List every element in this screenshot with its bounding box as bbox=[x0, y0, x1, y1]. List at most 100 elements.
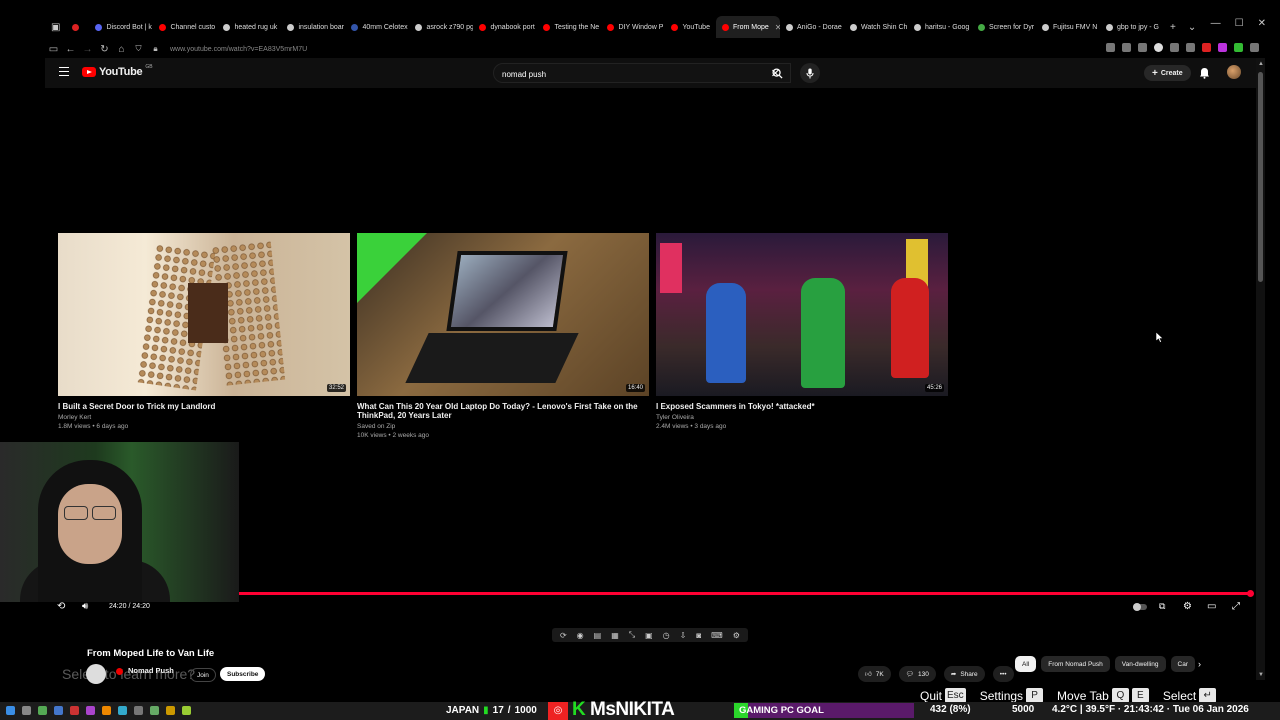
volume-icon[interactable]: 🔊︎ bbox=[82, 601, 88, 612]
browser-tab[interactable]: Channel custo bbox=[153, 16, 217, 38]
taskbar-app-icon[interactable] bbox=[150, 706, 159, 715]
pip-icon[interactable]: ▣ bbox=[645, 631, 653, 640]
share-button[interactable]: ➦ Share bbox=[943, 666, 985, 682]
extension-icon[interactable] bbox=[1170, 43, 1179, 52]
extension-icon[interactable] bbox=[1202, 43, 1211, 52]
browser-tab[interactable]: heated rug uk bbox=[217, 16, 281, 38]
search-input[interactable] bbox=[494, 65, 734, 84]
page-scrollbar[interactable]: ▲ ▼ bbox=[1256, 58, 1265, 680]
search-button[interactable] bbox=[764, 63, 790, 83]
browser-tab[interactable]: 40mm Celotex bbox=[345, 16, 409, 38]
taskbar-app-icon[interactable] bbox=[182, 706, 191, 715]
more-actions-button[interactable]: ••• bbox=[992, 666, 1014, 682]
video-progress-bar[interactable] bbox=[239, 592, 1253, 595]
extension-icon[interactable] bbox=[1234, 43, 1243, 52]
join-button[interactable]: Join bbox=[190, 668, 216, 682]
create-button[interactable]: + Create bbox=[1144, 65, 1191, 81]
filter-chip[interactable]: Van-dwelling bbox=[1114, 656, 1166, 672]
endscreen-video-card[interactable]: 45:26 I Exposed Scammers in Tokyo! *atta… bbox=[656, 233, 948, 441]
browser-tab[interactable]: dynabook port bbox=[473, 16, 537, 38]
browser-tab[interactable]: Fujitsu FMV N bbox=[1036, 16, 1100, 38]
extension-icon[interactable] bbox=[1154, 43, 1163, 52]
browser-tab[interactable]: insulation boar bbox=[281, 16, 345, 38]
account-avatar[interactable] bbox=[1227, 65, 1241, 79]
scroll-up-icon[interactable]: ▲ bbox=[1258, 61, 1264, 67]
audio-icon[interactable]: ◉ bbox=[577, 631, 584, 640]
filter-chip[interactable]: From Nomad Push bbox=[1041, 656, 1110, 672]
loop-icon[interactable]: ⟳ bbox=[560, 631, 567, 640]
theater-mode-icon[interactable]: ▭ bbox=[1207, 601, 1216, 612]
taskbar-app-icon[interactable] bbox=[86, 706, 95, 715]
forward-icon[interactable]: → bbox=[79, 44, 96, 55]
filter-icon[interactable]: ▤ bbox=[594, 631, 602, 640]
like-button[interactable]: 👍︎ 7K bbox=[858, 666, 891, 682]
menu-icon[interactable] bbox=[1250, 43, 1259, 52]
browser-tab[interactable]: Watch Shin Ch bbox=[844, 16, 908, 38]
gear-icon[interactable]: ⚙ bbox=[733, 631, 740, 640]
browser-tab[interactable]: AniGo - Doraе bbox=[780, 16, 844, 38]
extension-icon[interactable] bbox=[1122, 43, 1131, 52]
close-icon[interactable]: ✕ bbox=[1258, 18, 1266, 29]
taskbar-app-icon[interactable] bbox=[70, 706, 79, 715]
taskbar-app-icon[interactable] bbox=[134, 706, 143, 715]
video-title[interactable]: I Built a Secret Door to Trick my Landlo… bbox=[58, 402, 350, 411]
browser-tab[interactable]: DIY Window P bbox=[601, 16, 665, 38]
keyboard-icon[interactable]: ⌨ bbox=[711, 631, 723, 640]
comments-button[interactable]: 💬︎ 130 bbox=[898, 666, 936, 682]
filter-chip[interactable]: Car bbox=[1170, 656, 1195, 672]
autoplay-toggle[interactable] bbox=[1133, 603, 1147, 611]
progress-scrubber[interactable] bbox=[1247, 590, 1254, 597]
taskbar-app-icon[interactable] bbox=[54, 706, 63, 715]
subscribe-button[interactable]: Subscribe bbox=[220, 667, 266, 681]
taskbar-app-icon[interactable] bbox=[166, 706, 175, 715]
taskbar-app-icon[interactable] bbox=[38, 706, 47, 715]
browser-tab[interactable]: gbp to jpy - G bbox=[1100, 16, 1164, 38]
resize-icon[interactable]: ⤡ bbox=[629, 630, 635, 640]
video-thumbnail[interactable]: 32:52 bbox=[58, 233, 350, 396]
download-icon[interactable]: ⇩ bbox=[680, 631, 687, 640]
taskbar-app-icon[interactable] bbox=[102, 706, 111, 715]
extension-icon[interactable] bbox=[1106, 43, 1115, 52]
cinema-icon[interactable]: ▦ bbox=[611, 631, 619, 640]
taskbar-app-icon[interactable] bbox=[118, 706, 127, 715]
video-title[interactable]: I Exposed Scammers in Tokyo! *attacked* bbox=[656, 402, 948, 411]
screenshot-icon[interactable]: ◙ bbox=[696, 631, 701, 640]
endscreen-video-card[interactable]: 16:40 What Can This 20 Year Old Laptop D… bbox=[357, 233, 649, 441]
browser-tab[interactable]: YouTube bbox=[665, 16, 716, 38]
browser-tab[interactable]: asrock z790 pg bbox=[409, 16, 473, 38]
speed-icon[interactable]: ◷ bbox=[663, 631, 670, 640]
address-bar[interactable]: www.youtube.com/watch?v=EA83V5mrM7U bbox=[170, 46, 307, 53]
minimize-icon[interactable]: — bbox=[1211, 18, 1221, 29]
browser-tab[interactable]: Discord Bot | k bbox=[89, 16, 153, 38]
replay-icon[interactable]: ⟲ bbox=[57, 601, 65, 612]
subtitles-icon[interactable]: ⧉ bbox=[1159, 601, 1165, 612]
shield-icon[interactable]: ⛉ bbox=[130, 44, 147, 54]
tab-list-icon[interactable]: ⌄ bbox=[1182, 22, 1202, 33]
channel-name[interactable]: Nomad Push bbox=[128, 666, 174, 675]
notifications-button[interactable] bbox=[1199, 66, 1210, 84]
taskbar-app-icon[interactable] bbox=[22, 706, 31, 715]
video-title[interactable]: What Can This 20 Year Old Laptop Do Toda… bbox=[357, 402, 649, 420]
home-icon[interactable]: ⌂ bbox=[113, 44, 130, 55]
browser-tab[interactable]: Testing the Ne bbox=[537, 16, 601, 38]
endscreen-video-card[interactable]: 32:52 I Built a Secret Door to Trick my … bbox=[58, 233, 350, 441]
browser-tab[interactable] bbox=[66, 16, 89, 38]
hamburger-menu-icon[interactable] bbox=[59, 67, 69, 76]
extension-icon[interactable] bbox=[1218, 43, 1227, 52]
new-tab-icon[interactable]: + bbox=[1164, 22, 1182, 33]
browser-tab[interactable]: From Mope ✕ bbox=[715, 16, 780, 38]
tab-actions-icon[interactable]: ▣ bbox=[45, 22, 66, 33]
back-icon[interactable]: ← bbox=[62, 44, 79, 55]
fullscreen-icon[interactable]: ⤢ bbox=[1232, 601, 1240, 612]
start-icon[interactable] bbox=[6, 706, 15, 715]
video-thumbnail[interactable]: 45:26 bbox=[656, 233, 948, 396]
scroll-thumb[interactable] bbox=[1258, 72, 1263, 282]
sidebar-icon[interactable]: ▭ bbox=[45, 44, 62, 55]
browser-tab[interactable]: haritsu - Goog bbox=[908, 16, 972, 38]
settings-gear-icon[interactable]: ⚙ bbox=[1183, 601, 1192, 612]
scroll-down-icon[interactable]: ▼ bbox=[1258, 672, 1264, 678]
youtube-logo[interactable]: YouTube GB bbox=[82, 64, 153, 78]
reload-icon[interactable]: ↻ bbox=[96, 44, 113, 55]
star-icon[interactable] bbox=[1138, 43, 1147, 52]
chips-next-icon[interactable]: › bbox=[1198, 659, 1201, 669]
